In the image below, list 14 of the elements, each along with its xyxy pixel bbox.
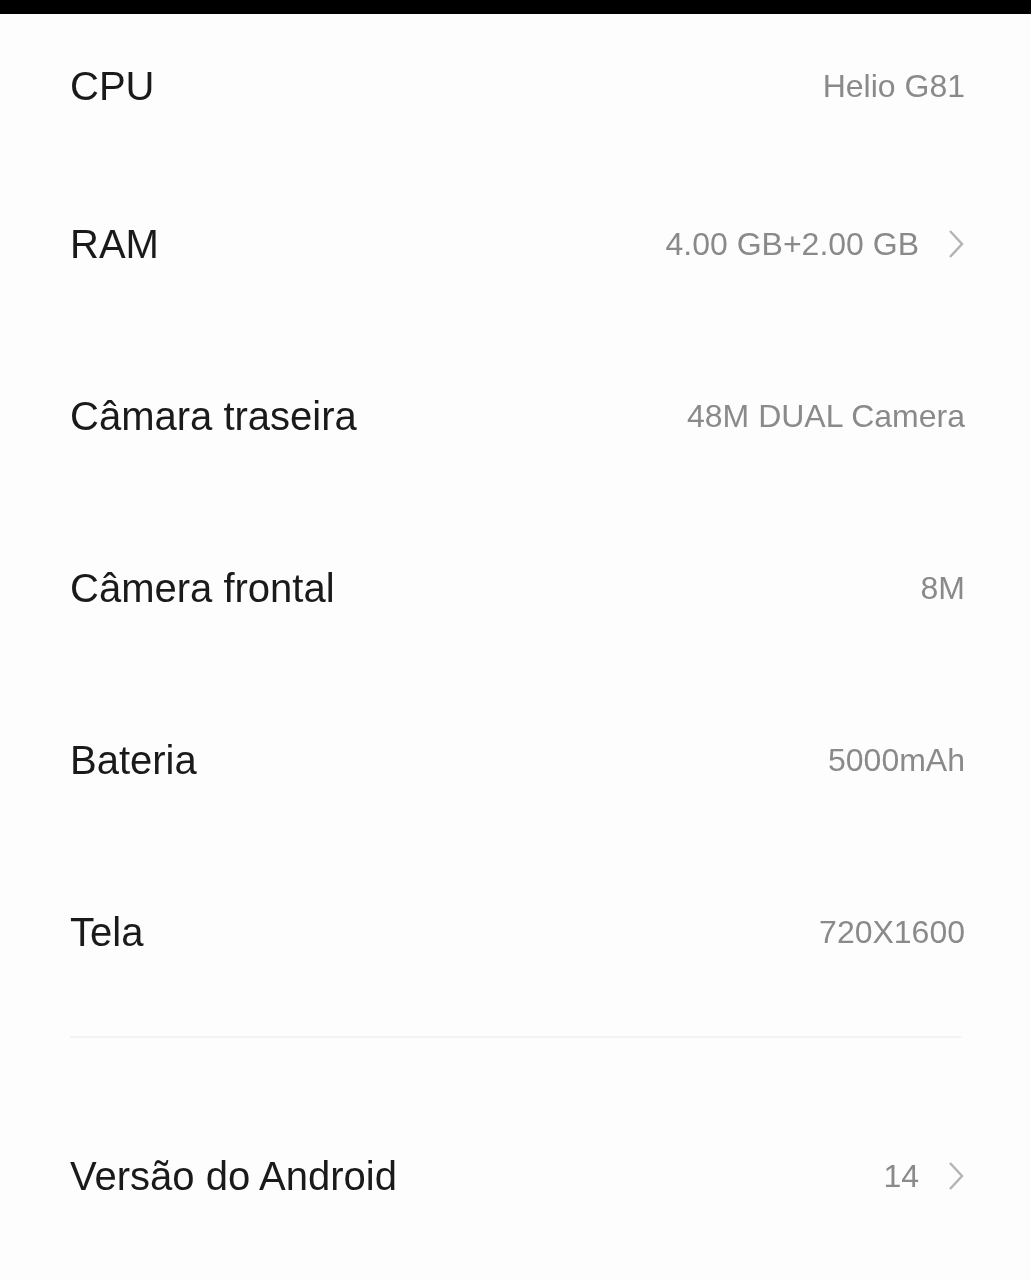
row-value: 4.00 GB+2.00 GB	[665, 225, 919, 264]
row-value: 5000mAh	[828, 741, 965, 780]
row-label: RAM	[70, 221, 159, 268]
row-label: Câmera frontal	[70, 565, 335, 612]
row-label: Versão do Android	[70, 1153, 397, 1200]
row-value: Helio G81	[822, 67, 965, 106]
row-label: Bateria	[70, 737, 197, 784]
row-value: 48M DUAL Camera	[687, 397, 965, 436]
row-value: 8M	[920, 569, 965, 608]
row-value: 14	[883, 1157, 919, 1196]
row-value: 720X1600	[819, 913, 965, 952]
row-label: Câmara traseira	[70, 393, 357, 440]
row-label: Tela	[70, 909, 144, 956]
row-label: CPU	[70, 63, 155, 110]
